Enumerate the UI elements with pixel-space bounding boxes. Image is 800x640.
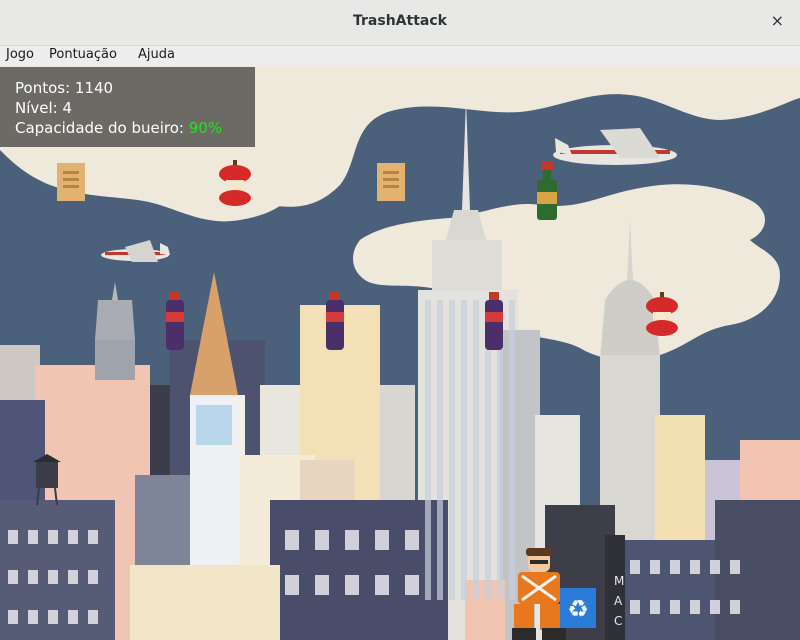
level-value: 4 <box>62 99 73 117</box>
capacity-label: Capacidade do bueiro: <box>15 119 184 137</box>
capacity-value: 90% <box>188 119 223 137</box>
soda-bottle-1 <box>166 292 184 350</box>
score-row: Pontos: 1140 <box>15 79 113 97</box>
menu-pontuacao[interactable]: Pontuação <box>49 47 117 62</box>
level-label: Nível: <box>15 99 58 117</box>
menu-ajuda[interactable]: Ajuda <box>138 47 175 62</box>
svg-text:M: M <box>614 574 624 588</box>
window-title: TrashAttack <box>353 13 447 29</box>
game-scene: ♻ M A C <box>0 66 800 640</box>
newspaper-1 <box>57 163 85 201</box>
recycle-icon: ♻ <box>560 588 596 628</box>
newspaper-2 <box>377 163 405 201</box>
level-row: Nível: 4 <box>15 99 72 117</box>
soda-bottle-2 <box>326 292 344 350</box>
capacity-row: Capacidade do bueiro: 90% <box>15 119 222 137</box>
close-button[interactable]: × <box>771 11 784 30</box>
menu-jogo[interactable]: Jogo <box>6 47 34 62</box>
menu-bar: Jogo Pontuação Ajuda <box>0 46 800 66</box>
game-window: TrashAttack × Jogo Pontuação Ajuda ♻ M A… <box>0 0 800 640</box>
score-label: Pontos: <box>15 79 71 97</box>
game-canvas[interactable]: ♻ M A C Pontos: 1140 Nível: 4 Capacidade… <box>0 66 800 640</box>
soda-bottle-3 <box>485 292 503 350</box>
svg-text:C: C <box>614 614 622 628</box>
score-value: 1140 <box>74 79 114 97</box>
svg-text:♻: ♻ <box>567 595 589 623</box>
hud-panel: Pontos: 1140 Nível: 4 Capacidade do buei… <box>0 67 255 147</box>
svg-text:A: A <box>614 594 623 608</box>
title-bar: TrashAttack × <box>0 0 800 46</box>
